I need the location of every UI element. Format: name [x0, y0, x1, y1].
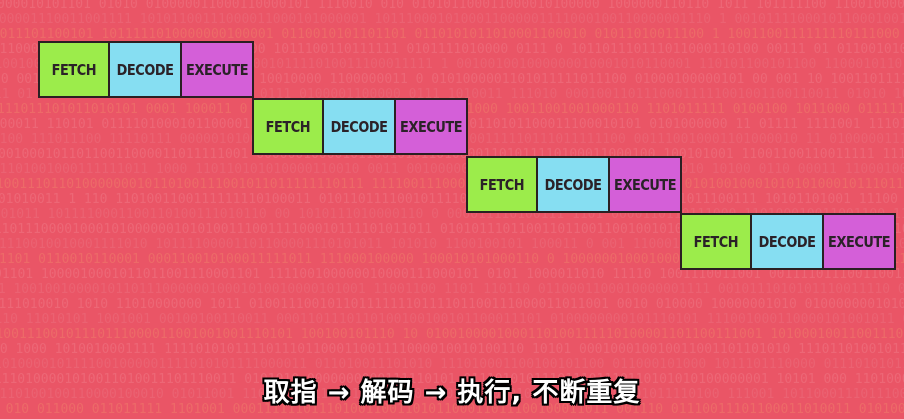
- binary-digits-line: 10 1000 1010010001111 111101010111101110…: [0, 342, 904, 357]
- pipeline-row-4: FETCH DECODE EXECUTE: [680, 213, 896, 270]
- fetch-stage: FETCH: [682, 215, 752, 268]
- fetch-stage: FETCH: [40, 43, 110, 96]
- subtitle-caption: 取指 → 解码 → 执行, 不断重复: [263, 378, 641, 408]
- fetch-stage-label: FETCH: [479, 175, 525, 194]
- fetch-stage-label: FETCH: [51, 60, 97, 79]
- execute-stage-label: EXECUTE: [185, 60, 249, 79]
- decode-stage: DECODE: [110, 43, 182, 96]
- execute-stage: EXECUTE: [396, 100, 466, 153]
- execute-stage-label: EXECUTE: [827, 232, 891, 251]
- decode-stage: DECODE: [538, 158, 610, 211]
- decode-stage-label: DECODE: [544, 175, 602, 194]
- decode-stage-label: DECODE: [116, 60, 174, 79]
- fetch-stage-label: FETCH: [265, 117, 311, 136]
- pipeline-row-1: FETCH DECODE EXECUTE: [38, 41, 254, 98]
- binary-digits-line: 111111010010 1010 11010000000 1011 01001…: [0, 297, 904, 312]
- decode-stage-label: DECODE: [330, 117, 388, 136]
- decode-stage-label: DECODE: [758, 232, 816, 251]
- binary-digits-line: 1010000101111001000001111010101111000011…: [0, 357, 904, 372]
- binary-digits-line: 1100111011010000000101101001110010110111…: [0, 177, 904, 192]
- fetch-stage: FETCH: [468, 158, 538, 211]
- decode-stage: DECODE: [752, 215, 824, 268]
- execute-stage: EXECUTE: [824, 215, 894, 268]
- binary-digits-line: 11 1001001000010110111000000100010100100…: [0, 282, 904, 297]
- binary-digits-line: 101010011 1 110 110100110011111111010001…: [0, 192, 904, 207]
- pipeline-row-3: FETCH DECODE EXECUTE: [466, 156, 682, 213]
- execute-stage-label: EXECUTE: [613, 175, 677, 194]
- binary-digits-line: 000010101101 01010 010000011000110000101…: [0, 0, 904, 12]
- binary-digits-line: 100001110011001111 101011001110000110001…: [0, 12, 904, 27]
- pipeline-row-2: FETCH DECODE EXECUTE: [252, 98, 468, 155]
- decode-stage: DECODE: [324, 100, 396, 153]
- fetch-stage-label: FETCH: [693, 232, 739, 251]
- binary-digits-line: 1111001110010111011100001100100100111010…: [0, 327, 904, 342]
- binary-digits-line: 11011101100101 1011111010000000100001 01…: [0, 27, 904, 42]
- fetch-stage: FETCH: [254, 100, 324, 153]
- execute-stage: EXECUTE: [610, 158, 680, 211]
- execute-stage: EXECUTE: [182, 43, 252, 96]
- binary-digits-line: 0111101001000111111011 1000 110110101010…: [0, 162, 904, 177]
- execute-stage-label: EXECUTE: [399, 117, 463, 136]
- binary-digits-line: 000110 11010101 1001001 00100100110011 0…: [0, 312, 904, 327]
